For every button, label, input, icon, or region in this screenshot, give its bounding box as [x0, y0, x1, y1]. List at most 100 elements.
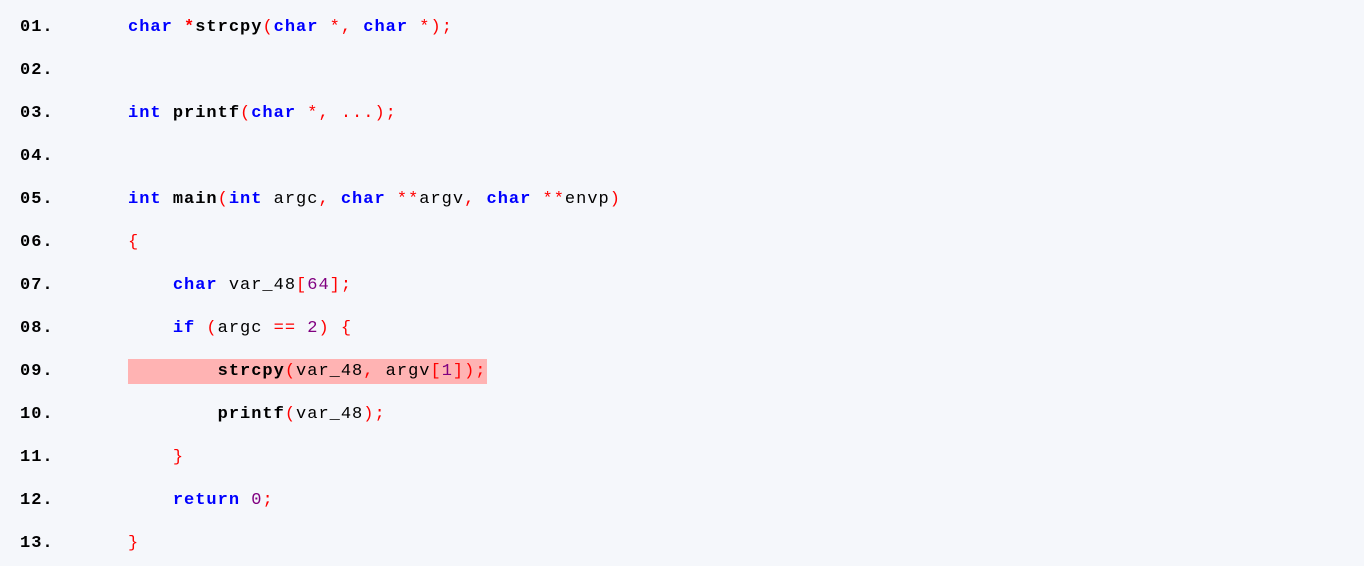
token: main	[173, 190, 218, 209]
token: var_48	[296, 405, 363, 424]
token	[386, 190, 397, 209]
token: ;	[374, 405, 385, 424]
token: argv	[374, 362, 430, 381]
token: 64	[307, 276, 329, 295]
code-content: printf(var_48);	[88, 406, 386, 423]
code-content: strcpy(var_48, argv[1]);	[88, 363, 487, 380]
token: char	[128, 18, 173, 37]
code-content: }	[88, 535, 139, 552]
code-content: if (argc == 2) {	[88, 320, 352, 337]
token: char	[274, 18, 319, 37]
token	[330, 104, 341, 123]
code-text: if (argc == 2) {	[128, 316, 352, 341]
token	[195, 319, 206, 338]
token: (	[206, 319, 217, 338]
code-content: char *strcpy(char *, char *);	[88, 19, 453, 36]
token	[173, 18, 184, 37]
token: ;	[262, 491, 273, 510]
token: argc	[218, 319, 274, 338]
code-line: 09. strcpy(var_48, argv[1]);	[0, 350, 1364, 393]
token: int	[128, 104, 162, 123]
token: (	[240, 104, 251, 123]
token: (	[218, 190, 229, 209]
token	[162, 104, 173, 123]
code-text: }	[128, 531, 139, 556]
line-number: 08.	[0, 320, 88, 337]
token: )	[610, 190, 621, 209]
line-number: 13.	[0, 535, 88, 552]
code-content: }	[88, 449, 184, 466]
highlighted-code: strcpy(var_48, argv[1]);	[128, 359, 487, 384]
token: )	[363, 405, 374, 424]
token: envp	[565, 190, 610, 209]
token	[352, 18, 363, 37]
token: strcpy	[218, 362, 285, 381]
token: printf	[218, 405, 285, 424]
token: *	[330, 18, 341, 37]
code-line: 10. printf(var_48);	[0, 393, 1364, 436]
line-number: 09.	[0, 363, 88, 380]
code-content: char var_48[64];	[88, 277, 352, 294]
code-text: char *strcpy(char *, char *);	[128, 15, 453, 40]
indent	[128, 491, 173, 510]
indent	[128, 405, 218, 424]
token: argv	[419, 190, 464, 209]
token: )	[464, 362, 475, 381]
token: (	[285, 405, 296, 424]
token: 2	[307, 319, 318, 338]
token: var_48	[296, 362, 363, 381]
token: ,	[464, 190, 475, 209]
token: printf	[173, 104, 240, 123]
indent	[128, 448, 173, 467]
code-line: 12. return 0;	[0, 479, 1364, 522]
token: ==	[274, 319, 296, 338]
code-text: int main(int argc, char **argv, char **e…	[128, 187, 621, 212]
code-content: return 0;	[88, 492, 274, 509]
token: int	[128, 190, 162, 209]
code-content: int printf(char *, ...);	[88, 105, 397, 122]
token: **	[543, 190, 565, 209]
token: argc	[262, 190, 318, 209]
token: ]	[330, 276, 341, 295]
line-number: 12.	[0, 492, 88, 509]
token: ,	[363, 362, 374, 381]
token: ]	[453, 362, 464, 381]
token: ,	[318, 104, 329, 123]
token	[408, 18, 419, 37]
line-number: 02.	[0, 62, 88, 79]
token	[475, 190, 486, 209]
indent	[128, 319, 173, 338]
token	[330, 190, 341, 209]
code-text: int printf(char *, ...);	[128, 101, 397, 126]
token: )	[374, 104, 385, 123]
code-text: {	[128, 230, 139, 255]
token: if	[173, 319, 195, 338]
token: (	[285, 362, 296, 381]
code-text: char var_48[64];	[128, 273, 352, 298]
line-number: 11.	[0, 449, 88, 466]
line-number: 06.	[0, 234, 88, 251]
token: ;	[386, 104, 397, 123]
token: 0	[251, 491, 262, 510]
line-number: 03.	[0, 105, 88, 122]
token: char	[173, 276, 218, 295]
line-number: 10.	[0, 406, 88, 423]
code-block: 01.char *strcpy(char *, char *);02.03.in…	[0, 6, 1364, 565]
token: (	[262, 18, 273, 37]
token	[296, 319, 307, 338]
token: ,	[341, 18, 352, 37]
token: return	[173, 491, 240, 510]
token: char	[487, 190, 532, 209]
token: strcpy	[195, 18, 262, 37]
line-number: 01.	[0, 19, 88, 36]
code-text: }	[128, 445, 184, 470]
code-content: int main(int argc, char **argv, char **e…	[88, 191, 621, 208]
token: }	[173, 448, 184, 467]
token: 1	[442, 362, 453, 381]
token: char	[341, 190, 386, 209]
code-text: printf(var_48);	[128, 402, 386, 427]
indent	[128, 276, 173, 295]
token	[330, 319, 341, 338]
token: )	[430, 18, 441, 37]
token: )	[318, 319, 329, 338]
